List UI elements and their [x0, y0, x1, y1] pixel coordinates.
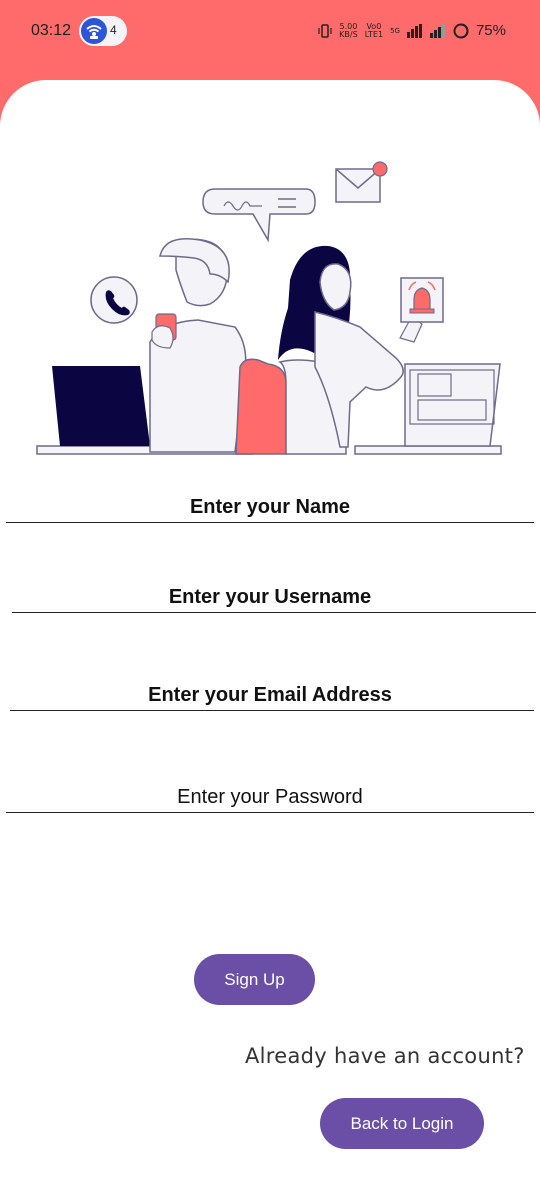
signup-illustration: [36, 161, 502, 455]
chat-bubble-icon: [202, 188, 316, 243]
email-input[interactable]: Enter your Email Address: [0, 684, 540, 707]
vibrate-icon: [318, 23, 332, 38]
username-input[interactable]: Enter your Username: [0, 586, 540, 609]
network-speed: 5.00 KB/S: [339, 21, 358, 39]
password-underline: [6, 812, 534, 813]
status-bar: 03:12 4 5.00 KB/S Vo0 LTE1 5G 75%: [0, 0, 540, 62]
battery-icon: [453, 23, 469, 38]
network-type: 5G: [390, 26, 400, 35]
signup-button[interactable]: Sign Up: [194, 954, 315, 1005]
wifi-notification-pill: 4: [79, 16, 127, 46]
name-input[interactable]: Enter your Name: [0, 496, 540, 519]
email-field[interactable]: Enter your Email Address: [0, 678, 540, 738]
already-account-text: Already have an account?: [245, 1044, 525, 1068]
chair-left: [235, 358, 287, 455]
bell-icon: [400, 277, 444, 323]
username-field[interactable]: Enter your Username: [0, 580, 540, 640]
status-time: 03:12: [31, 22, 72, 39]
back-to-login-button[interactable]: Back to Login: [320, 1098, 484, 1149]
signal-icon-2: [429, 23, 445, 38]
name-field[interactable]: Enter your Name: [0, 490, 540, 550]
password-field[interactable]: Enter your Password: [0, 780, 540, 840]
desk-right: [354, 445, 502, 455]
battery-percent: 75%: [475, 22, 506, 39]
username-underline: [12, 612, 536, 613]
volte-indicator: Vo0 LTE1: [364, 21, 384, 39]
signal-icon: [406, 23, 422, 38]
password-input[interactable]: Enter your Password: [0, 786, 540, 809]
name-underline: [6, 522, 534, 523]
mail-icon: [335, 161, 388, 203]
phone-icon: [90, 276, 138, 324]
notification-count: 4: [110, 23, 117, 37]
status-icons: 5.00 KB/S Vo0 LTE1 5G 75%: [318, 22, 506, 39]
email-underline: [10, 710, 534, 711]
laptop-left: [52, 366, 150, 446]
wifi-icon: [81, 18, 107, 44]
